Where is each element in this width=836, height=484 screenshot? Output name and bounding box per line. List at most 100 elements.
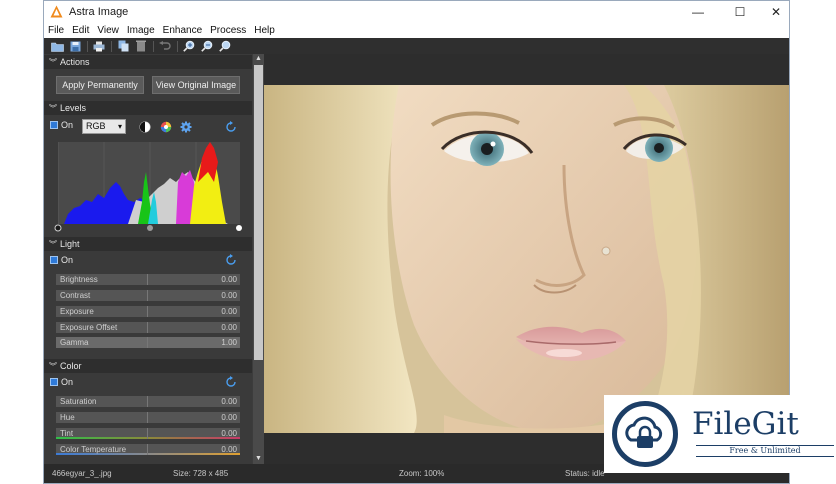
actions-section-header[interactable]: ︾ Actions [44,55,252,69]
copy-icon[interactable] [116,40,130,52]
toolbar [44,38,789,54]
slider-label: Contrast [60,291,91,300]
slider-value: 0.00 [221,429,237,438]
menu-enhance[interactable]: Enhance [159,23,206,38]
delete-icon[interactable] [134,40,148,52]
filegit-logo [612,401,678,467]
color-title: Color [60,361,82,371]
tint-slider[interactable]: Tint 0.00 [56,428,240,439]
slider-center-mark [147,337,148,348]
slider-center-mark [147,290,148,301]
light-title: Light [60,239,80,249]
slider-center-mark [147,444,148,455]
slider-value: 0.00 [221,307,237,316]
zoom-fit-icon[interactable] [218,40,232,52]
filegit-watermark: FileGit Free & Unlimited [604,395,836,473]
slider-label: Exposure Offset [60,323,118,332]
reset-icon[interactable] [225,121,237,133]
close-button[interactable]: ✕ [758,1,789,23]
scroll-down-icon[interactable]: ▼ [253,454,264,464]
saturation-slider[interactable]: Saturation 0.00 [56,396,240,407]
light-section-header[interactable]: ︾ Light [44,237,252,251]
toolbar-separator [111,40,112,52]
slider-value: 0.00 [221,445,237,454]
cloud-lock-icon [625,416,663,448]
slider-value: 0.00 [221,413,237,422]
slider-center-mark [147,274,148,285]
channel-select[interactable]: RGB ▾ [82,119,126,134]
color-temperature-slider[interactable]: Color Temperature 0.00 [56,444,240,455]
menu-image[interactable]: Image [123,23,159,38]
portrait-photo[interactable] [264,85,789,433]
zoom-out-icon[interactable] [200,40,214,52]
status-zoom: Zoom: 100% [399,469,445,478]
contrast-slider[interactable]: Contrast 0.00 [56,290,240,301]
levels-on-checkbox[interactable] [50,121,58,129]
menu-help[interactable]: Help [250,23,279,38]
levels-section-header[interactable]: ︾ Levels [44,101,252,115]
exposure-offset-slider[interactable]: Exposure Offset 0.00 [56,322,240,333]
view-original-button[interactable]: View Original Image [152,76,240,94]
collapse-chevron-icon: ︾ [49,362,57,371]
collapse-chevron-icon: ︾ [49,104,57,113]
apply-permanently-button[interactable]: Apply Permanently [56,76,144,94]
slider-center-mark [147,322,148,333]
levels-input-slider[interactable] [54,224,244,234]
menu-process[interactable]: Process [206,23,250,38]
gamma-slider[interactable]: Gamma 1.00 [56,337,240,348]
save-icon[interactable] [68,40,82,52]
maximize-button[interactable]: ☐ [722,1,758,23]
toolbar-separator [87,40,88,52]
slider-label: Exposure [60,307,94,316]
color-on-checkbox[interactable] [50,378,58,386]
hue-slider[interactable]: Hue 0.00 [56,412,240,423]
slider-center-mark [147,428,148,439]
open-folder-icon[interactable] [50,40,64,52]
slider-label: Tint [60,429,74,438]
reset-icon[interactable] [225,254,237,266]
light-on-checkbox[interactable] [50,256,58,264]
levels-title: Levels [60,103,87,113]
title-bar: Astra Image — ☐ ✕ [44,1,789,23]
menu-file[interactable]: File [44,23,68,38]
minimize-button[interactable]: — [680,1,716,23]
channel-select-value: RGB [86,121,106,131]
color-on-label: On [61,377,74,387]
light-on-label: On [61,255,74,265]
menu-view[interactable]: View [93,23,123,38]
slider-label: Color Temperature [60,445,127,454]
actions-title: Actions [60,57,90,67]
filegit-tagline: Free & Unlimited [696,445,834,457]
color-section-header[interactable]: ︾ Color [44,359,252,373]
brightness-slider[interactable]: Brightness 0.00 [56,274,240,285]
scroll-up-icon[interactable]: ▲ [253,54,264,64]
levels-on-label: On [61,120,74,130]
adjustments-panel: ︾ Actions Apply Permanently View Original… [44,54,252,464]
undo-icon[interactable] [158,40,172,52]
reset-icon[interactable] [225,376,237,388]
status-filename: 466egyar_3_.jpg [52,469,112,478]
panel-scrollbar[interactable]: ▲ ▼ [253,54,264,464]
gear-icon[interactable] [180,121,192,133]
print-icon[interactable] [92,40,106,52]
slider-label: Hue [60,413,75,422]
black-white-point-icon[interactable] [139,121,151,133]
toolbar-separator [177,40,178,52]
astra-logo-icon [50,5,63,18]
slider-label: Brightness [60,275,98,284]
menu-edit[interactable]: Edit [68,23,93,38]
slider-center-mark [147,306,148,317]
slider-value: 0.00 [221,291,237,300]
slider-label: Saturation [60,397,97,406]
slider-value: 0.00 [221,323,237,332]
zoom-in-icon[interactable] [182,40,196,52]
color-wheel-icon[interactable] [160,121,172,133]
slider-label: Gamma [60,338,89,347]
exposure-slider[interactable]: Exposure 0.00 [56,306,240,317]
scrollbar-thumb[interactable] [254,65,263,360]
histogram-graph [57,142,228,224]
window-title: Astra Image [69,6,129,18]
menu-bar: File Edit View Image Enhance Process Hel… [44,23,789,38]
levels-histogram [57,142,240,224]
toolbar-separator [153,40,154,52]
